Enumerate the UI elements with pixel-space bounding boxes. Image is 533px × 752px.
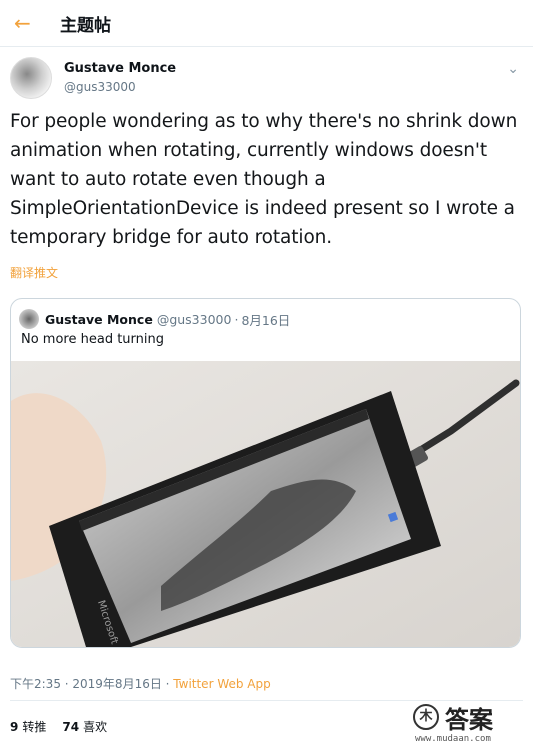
retweet-label: 转推 [22,720,47,734]
arrow-left-icon[interactable]: ← [14,13,36,33]
like-stat[interactable]: 74 喜欢 [62,718,107,735]
quoted-author-handle: @gus33000 [156,311,232,327]
quoted-tweet-header: Gustave Monce @gus33000 · 8月16日 [19,309,293,329]
source-link[interactable]: Twitter Web App [173,677,270,691]
retweet-count: 9 [10,720,19,734]
avatar[interactable] [10,57,52,99]
like-count: 74 [62,720,80,734]
tweet-author: Gustave Monce @gus33000 ⌄ [0,47,533,107]
top-bar: ← 主题帖 [0,0,533,47]
translate-link[interactable]: 翻译推文 [10,264,523,281]
like-label: 喜欢 [83,720,108,734]
quoted-date: 8月16日 [241,312,291,328]
tweet-meta: 下午2:35 · 2019年8月16日 · Twitter Web App [10,675,271,692]
watermark-logo-text: 答案 [445,706,493,734]
quoted-avatar [19,309,39,329]
chevron-down-icon[interactable]: ⌄ [507,61,519,77]
page-title: 主题帖 [60,15,111,36]
author-name[interactable]: Gustave Monce [64,61,176,76]
quoted-author-name: Gustave Monce [45,311,153,327]
tweet-text: For people wondering as to why there's n… [10,111,518,248]
watermark-url: www.mudaan.com [415,734,491,744]
video-thumbnail[interactable]: Microsoft [11,361,520,647]
tweet-stats: 9 转推 74 喜欢 [10,718,107,735]
timestamp: 下午2:35 · 2019年8月16日 · [10,677,174,691]
watermark-logo-icon: 木 [413,704,439,730]
quoted-text: No more head turning [21,332,164,347]
author-handle[interactable]: @gus33000 [64,80,136,94]
separator-dot: · [234,311,239,327]
watermark: 木 答案 www.mudaan.com [413,700,523,748]
retweet-stat[interactable]: 9 转推 [10,718,46,735]
quoted-tweet[interactable]: Gustave Monce @gus33000 · 8月16日 No more … [10,298,521,648]
